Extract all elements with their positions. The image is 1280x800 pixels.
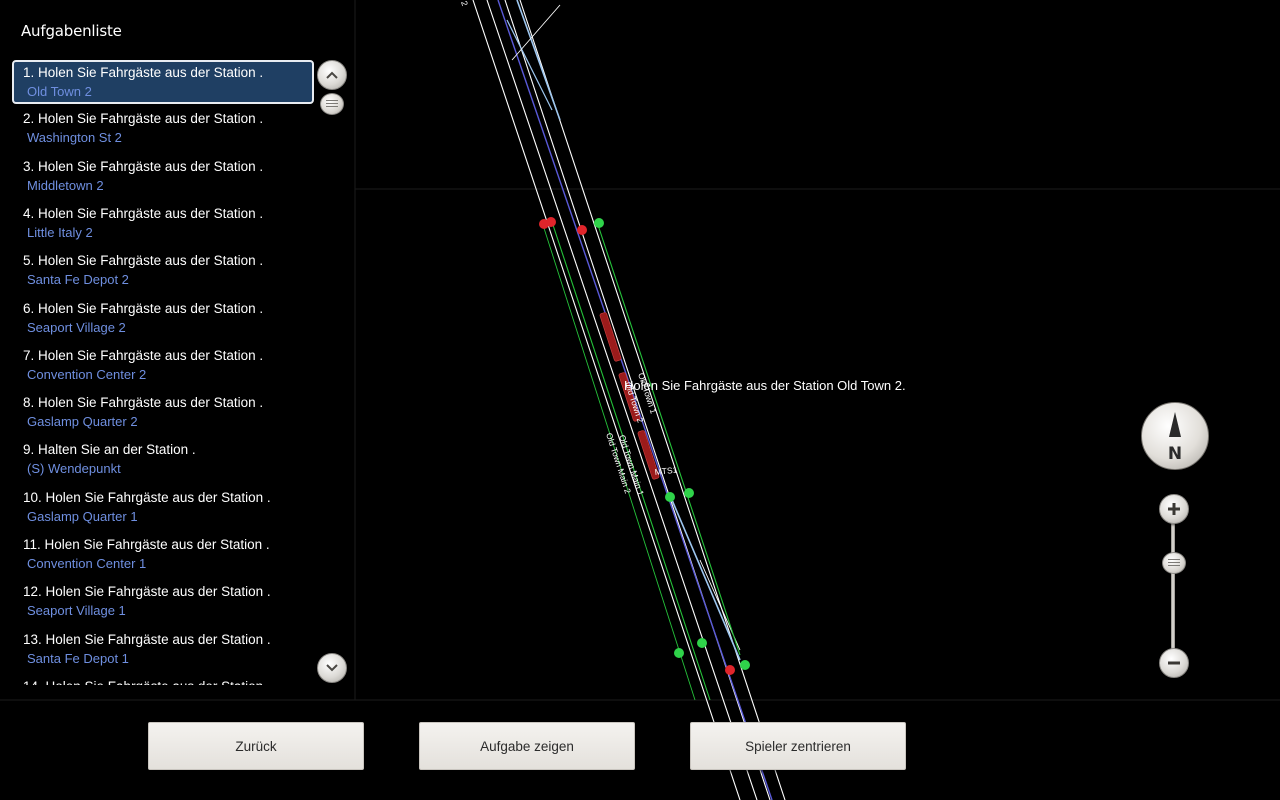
compass-button[interactable]: N [1141,402,1209,470]
plus-icon [1168,503,1180,515]
task-description: 7. Holen Sie Fahrgäste aus der Station . [23,347,264,363]
scroll-down-button[interactable] [317,653,347,683]
zoom-out-button[interactable] [1159,648,1189,678]
task-station-name: Convention Center 1 [27,556,147,571]
task-list-item[interactable]: 14. Holen Sie Fahrgäste aus der Station [12,675,314,685]
task-station-name: Gaslamp Quarter 2 [27,414,138,430]
task-description: 10. Holen Sie Fahrgäste aus der Station … [23,489,271,505]
task-list-title: Aufgabenliste [21,22,122,40]
signal-red [577,225,587,235]
task-description: 9. Halten Sie an der Station . [23,442,196,458]
signal-green [684,488,694,498]
task-description: 13. Holen Sie Fahrgäste aus der Station … [23,631,271,647]
minus-icon [1168,661,1180,665]
task-description: 12. Holen Sie Fahrgäste aus der Station … [23,584,271,600]
task-station-name: Washington St 2 [27,130,122,146]
signal-green [594,218,604,228]
task-description: 5. Holen Sie Fahrgäste aus der Station . [23,253,264,269]
task-description: 8. Holen Sie Fahrgäste aus der Station . [23,395,264,411]
task-list-item[interactable]: 10. Holen Sie Fahrgäste aus der Station … [12,486,314,530]
signal-green [674,648,684,658]
task-station-name: Middletown 2 [27,177,104,193]
task-list-item[interactable]: 13. Holen Sie Fahrgäste aus der Station … [12,628,314,672]
track-label-edge: 2 [459,0,470,7]
task-list[interactable]: 1. Holen Sie Fahrgäste aus der Station .… [12,60,314,685]
task-description: 2. Holen Sie Fahrgäste aus der Station . [23,111,264,127]
back-button[interactable]: Zurück [148,722,364,770]
scroll-up-button[interactable] [317,60,347,90]
task-station-name: Old Town 2 [27,84,92,99]
chevron-up-icon [326,71,338,79]
chevron-down-icon [326,664,338,672]
task-list-item[interactable]: 6. Holen Sie Fahrgäste aus der Station .… [12,297,314,341]
task-list-item[interactable]: 7. Holen Sie Fahrgäste aus der Station .… [12,344,314,388]
task-description: 4. Holen Sie Fahrgäste aus der Station . [23,205,264,221]
objective-map-label: Holen Sie Fahrgäste aus der Station Old … [624,378,906,393]
task-list-item[interactable]: 9. Halten Sie an der Station . (S) Wendep… [12,438,314,482]
zoom-slider-track[interactable] [1171,522,1175,650]
task-station-name: Seaport Village 1 [27,603,126,619]
task-description: 1. Holen Sie Fahrgäste aus der Station . [23,65,264,80]
task-list-item[interactable]: 2. Holen Sie Fahrgäste aus der Station .… [12,107,314,151]
task-description: 3. Holen Sie Fahrgäste aus der Station . [23,158,264,174]
zoom-slider-thumb[interactable] [1162,552,1186,574]
task-station-name: Convention Center 2 [27,366,147,382]
zoom-in-button[interactable] [1159,494,1189,524]
task-list-item[interactable]: 4. Holen Sie Fahrgäste aus der Station .… [12,202,314,246]
task-list-item[interactable]: 3. Holen Sie Fahrgäste aus der Station .… [12,155,314,199]
signal-red [725,665,735,675]
signal-green [665,492,675,502]
task-station-name: Gaslamp Quarter 1 [27,508,138,524]
signal-green [740,660,750,670]
task-station-name: Santa Fe Depot 2 [27,272,129,288]
task-description: 6. Holen Sie Fahrgäste aus der Station . [23,300,264,316]
task-station-name: Seaport Village 2 [27,319,126,335]
task-list-item[interactable]: 8. Holen Sie Fahrgäste aus der Station .… [12,391,314,435]
task-list-item[interactable]: 5. Holen Sie Fahrgäste aus der Station .… [12,249,314,293]
track-white-1 [472,0,741,800]
center-player-button[interactable]: Spieler zentrieren [690,722,906,770]
task-list-item[interactable]: 12. Holen Sie Fahrgäste aus der Station … [12,580,314,624]
task-list-item[interactable]: 11. Holen Sie Fahrgäste aus der Station … [12,533,314,577]
task-description: 11. Holen Sie Fahrgäste aus der Station … [23,537,270,552]
task-description: 14. Holen Sie Fahrgäste aus der Station [23,678,314,685]
task-list-scroll-thumb[interactable] [320,93,344,115]
track-white-2 [486,0,758,800]
task-list-item[interactable]: 1. Holen Sie Fahrgäste aus der Station .… [12,60,314,104]
compass-north-letter: N [1167,444,1183,464]
show-task-button[interactable]: Aufgabe zeigen [419,722,635,770]
task-station-name: Santa Fe Depot 1 [27,650,129,666]
task-station-name: Little Italy 2 [27,224,93,240]
signal-green [697,638,707,648]
track-label-mts1: MTS1 [654,465,678,477]
signal-red [546,217,556,227]
task-station-name: (S) Wendepunkt [27,461,121,477]
